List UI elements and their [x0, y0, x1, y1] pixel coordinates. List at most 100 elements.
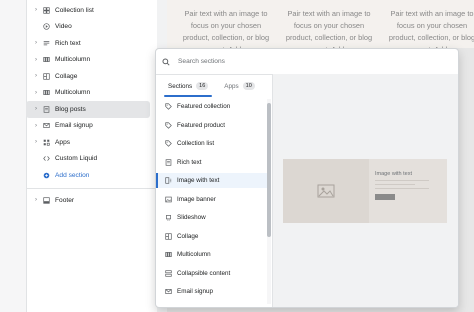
tree-item-multicolumn-2[interactable]: › Multicolumn	[26, 85, 156, 102]
tree-item-label: Collection list	[55, 6, 94, 14]
add-section-label: Add section	[55, 171, 90, 179]
divider	[26, 188, 157, 189]
list-item-label: Collection list	[177, 140, 215, 147]
list-item[interactable]: Featured product	[156, 118, 267, 133]
rich-text-icon	[41, 38, 51, 48]
multicolumn-icon	[163, 250, 173, 260]
chevron-right-icon[interactable]: ›	[31, 123, 41, 129]
tree-item-blog-posts[interactable]: › Blog posts	[26, 101, 150, 118]
list-item-label: Collapsible content	[177, 269, 231, 277]
collection-list-icon	[41, 5, 51, 15]
section-tree: › Collection list › Video › Rich text › …	[26, 0, 156, 184]
tree-item-label: Rich text	[55, 39, 81, 47]
tree-item-label: Footer	[55, 196, 75, 204]
tree-item-label: Multicolumn	[55, 56, 91, 64]
tab-count-badge: 16	[196, 82, 209, 90]
tab-label: Apps	[224, 82, 239, 90]
tree-item-email-signup[interactable]: › Email signup	[26, 118, 156, 135]
tree-item-footer[interactable]: › Footer	[26, 192, 156, 209]
chevron-right-icon[interactable]: ›	[31, 73, 41, 79]
apps-icon	[41, 137, 51, 147]
chevron-right-icon[interactable]: ›	[31, 7, 41, 13]
list-item-label: Featured collection	[177, 103, 231, 110]
search-bar	[156, 49, 458, 75]
image-placeholder	[283, 159, 369, 223]
tab-bar: Sections 16 Apps 10	[160, 75, 270, 97]
preview-multicolumn-section: Pair text with an image to focus on your…	[167, 0, 474, 54]
slideshow-icon	[163, 213, 173, 223]
tab-count-badge: 10	[242, 82, 255, 90]
preview-text-block: Image with text	[375, 171, 441, 201]
preview-text-line	[375, 179, 429, 182]
scrollbar-thumb[interactable]	[267, 103, 271, 237]
image-placeholder-icon	[317, 184, 335, 198]
video-icon	[41, 22, 51, 32]
list-item-label: Image with text	[177, 177, 220, 184]
tree-item-collection-list[interactable]: › Collection list	[26, 2, 156, 19]
tree-item-label: Video	[55, 23, 72, 31]
search-input[interactable]	[178, 58, 378, 65]
list-item[interactable]: Collage	[156, 229, 267, 244]
list-item-selected[interactable]: Image with text	[156, 173, 267, 188]
chevron-right-icon[interactable]: ›	[31, 40, 41, 46]
list-item[interactable]: Slideshow	[156, 210, 267, 225]
email-icon	[163, 287, 173, 297]
tree-item-label: Apps	[55, 138, 71, 146]
collage-icon	[163, 231, 173, 241]
tree-item-rich-text[interactable]: › Rich text	[26, 35, 156, 52]
tree-item-label: Collage	[55, 72, 78, 80]
list-item[interactable]: Collection list	[156, 136, 267, 151]
tag-icon	[163, 120, 173, 130]
list-item-label: Rich text	[177, 158, 202, 166]
list-item-label: Slideshow	[177, 214, 206, 221]
section-preview-pane: Image with text	[273, 74, 458, 307]
tab-apps[interactable]: Apps 10	[216, 75, 262, 97]
tree-item-apps[interactable]: › Apps	[26, 134, 156, 151]
list-item-label: Image banner	[177, 195, 216, 203]
multicolumn-icon	[41, 55, 51, 65]
email-signup-icon	[41, 121, 51, 131]
list-item[interactable]: Image banner	[156, 192, 267, 207]
list-item[interactable]: Rich text	[156, 155, 267, 170]
sidebar: › Collection list › Video › Rich text › …	[0, 0, 157, 312]
tab-label: Sections	[168, 82, 193, 90]
tab-sections[interactable]: Sections 16	[160, 75, 216, 97]
add-section-icon	[41, 170, 51, 180]
code-icon	[41, 154, 51, 164]
chevron-right-icon[interactable]: ›	[31, 139, 41, 145]
section-preview-thumbnail: Image with text	[283, 159, 447, 223]
tree-item-label: Email signup	[55, 122, 93, 130]
tree-item-video[interactable]: › Video	[26, 19, 156, 36]
list-item[interactable]: Email signup	[156, 284, 267, 299]
tree-item-custom-liquid[interactable]: › Custom Liquid	[26, 151, 156, 168]
add-section-button[interactable]: › Add section	[26, 167, 156, 184]
search-icon	[162, 57, 178, 66]
chevron-right-icon[interactable]: ›	[31, 197, 41, 203]
add-section-popover: Sections 16 Apps 10 Featured collection …	[155, 48, 459, 308]
list-scrollbar[interactable]	[267, 99, 271, 304]
tag-icon	[163, 139, 173, 149]
chevron-right-icon[interactable]: ›	[31, 90, 41, 96]
preview-text-line	[375, 187, 429, 190]
image-icon	[163, 194, 173, 204]
list-item[interactable]: Multicolumn	[156, 247, 267, 262]
list-item-label: Featured product	[177, 121, 225, 129]
tree-item-label: Custom Liquid	[55, 155, 98, 163]
list-item-label: Multicolumn	[177, 251, 211, 258]
list-item[interactable]: Featured collection	[156, 99, 267, 114]
sidebar-gutter	[0, 0, 27, 312]
preview-text-line	[375, 183, 415, 186]
tree-item-label: Multicolumn	[55, 89, 91, 97]
blog-posts-icon	[41, 104, 51, 114]
chevron-right-icon[interactable]: ›	[31, 57, 41, 63]
tree-item-label: Blog posts	[55, 105, 86, 113]
tag-icon	[163, 102, 173, 112]
tree-item-collage[interactable]: › Collage	[26, 68, 156, 85]
tree-item-multicolumn[interactable]: › Multicolumn	[26, 52, 156, 69]
text-icon	[163, 157, 173, 167]
chevron-right-icon[interactable]: ›	[31, 106, 41, 112]
list-item-label: Collage	[177, 232, 199, 240]
collage-icon	[41, 71, 51, 81]
list-item[interactable]: Collapsible content	[156, 266, 267, 281]
collapsible-icon	[163, 268, 173, 278]
